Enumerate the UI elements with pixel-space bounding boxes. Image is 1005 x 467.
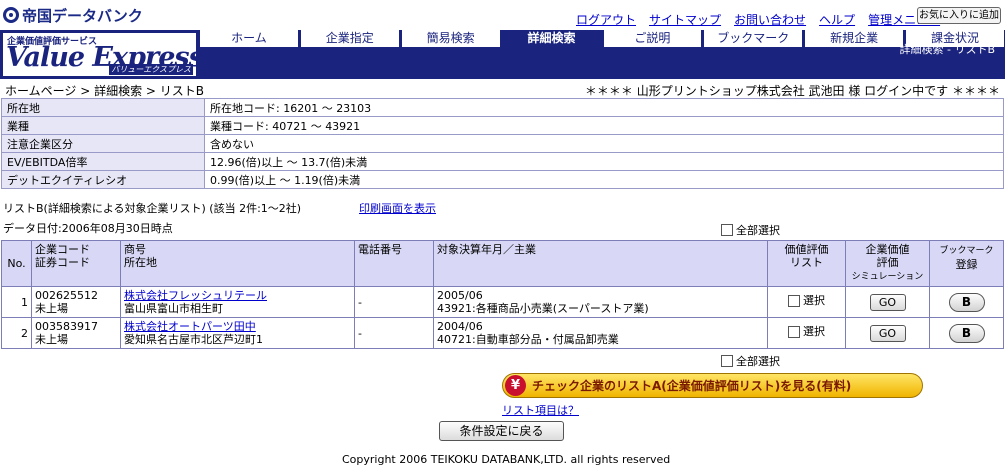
breadcrumb-row: ホームページ > 詳細検索 > リストB ＊＊＊＊ 山形プリントショップ株式会社…: [0, 81, 1005, 98]
bookmark-cell: B: [929, 317, 1004, 349]
table-row: 2 003583917 未上場 株式会社オートパーツ田中 愛知県名古屋市北区芦辺町1…: [1, 317, 1004, 349]
condition-label: デットエクイティレシオ: [1, 170, 205, 189]
simulation-cell: GO: [845, 317, 930, 349]
contact-link[interactable]: お問い合わせ: [734, 11, 806, 28]
condition-value: 含めない: [204, 134, 1004, 153]
top-links: ログアウト サイトマップ お問い合わせ ヘルプ 管理メニュー: [576, 11, 940, 28]
condition-label: 業種: [1, 116, 205, 135]
condition-row: 所在地 所在地コード: 16201 〜 23103: [1, 98, 1004, 117]
bookmark-button[interactable]: B: [948, 292, 985, 312]
condition-row: デットエクイティレシオ 0.99(倍)以上 〜 1.19(倍)未満: [1, 170, 1004, 189]
results-table: No. 企業コード 証券コード 商号 所在地 電話番号 対象決算年月／主業 価値評価…: [1, 240, 1004, 349]
condition-row: EV/EBITDA倍率 12.96(倍)以上 〜 13.7(倍)未満: [1, 152, 1004, 171]
search-conditions-table: 所在地 所在地コード: 16201 〜 23103 業種 業種コード: 4072…: [1, 98, 1004, 189]
col-bookmark: ブックマーク 登録: [929, 240, 1004, 287]
tab-company-select[interactable]: 企業指定: [300, 30, 399, 47]
period-cell: 2004/06 40721:自動車部分品・付属品卸売業: [433, 317, 768, 349]
period-cell: 2005/06 43921:各種商品小売業(スーパーストア業): [433, 286, 768, 318]
tab-home[interactable]: ホーム: [200, 30, 298, 47]
company-name-cell: 株式会社オートパーツ田中 愛知県名古屋市北区芦辺町1: [120, 317, 355, 349]
list-items-help-link[interactable]: リスト項目は？: [502, 402, 579, 418]
simulation-go-button[interactable]: GO: [869, 324, 906, 342]
col-code: 企業コード 証券コード: [31, 240, 121, 287]
view-list-a-button[interactable]: ¥ チェック企業のリストA(企業価値評価リスト)を見る(有料): [502, 373, 923, 398]
value-express-logo[interactable]: 企業価値評価サービス Value Express バリューエクスプレス: [2, 32, 204, 77]
eval-select[interactable]: 選択: [788, 325, 825, 338]
condition-value: 12.96(倍)以上 〜 13.7(倍)未満: [204, 152, 1004, 171]
company-name-link[interactable]: 株式会社フレッシュリテール: [124, 289, 267, 302]
tab-bookmark[interactable]: ブックマーク: [704, 30, 803, 47]
tab-detailed-search[interactable]: 詳細検索: [502, 30, 601, 47]
row-number: 2: [1, 317, 32, 349]
condition-label: EV/EBITDA倍率: [1, 152, 205, 171]
company-name-link[interactable]: 株式会社オートパーツ田中: [124, 320, 256, 333]
data-date: データ日付:2006年08月30日時点: [3, 222, 173, 235]
condition-value: 業種コード: 40721 〜 43921: [204, 116, 1004, 135]
company-address: 富山県富山市相生町: [124, 302, 223, 315]
logout-link[interactable]: ログアウト: [576, 11, 636, 28]
table-row: 1 002625512 未上場 株式会社フレッシュリテール 富山県富山市相生町 - …: [1, 286, 1004, 318]
bookmark-cell: B: [929, 286, 1004, 318]
select-all-bottom[interactable]: 全部選択: [721, 353, 780, 369]
tab-billing-status[interactable]: 課金状況: [906, 30, 1004, 47]
col-simulation: 企業価値 評価 シミュレーション: [845, 240, 930, 287]
copyright: Copyright 2006 TEIKOKU DATABANK,LTD. all…: [342, 453, 671, 466]
company-address: 愛知県名古屋市北区芦辺町1: [124, 333, 263, 346]
bookmark-button[interactable]: B: [948, 323, 985, 343]
results-header-row: No. 企業コード 証券コード 商号 所在地 電話番号 対象決算年月／主業 価値評価…: [1, 240, 1004, 287]
product-kana: バリューエクスプレス: [109, 64, 193, 75]
company-name-cell: 株式会社フレッシュリテール 富山県富山市相生町: [120, 286, 355, 318]
view-list-a-label: チェック企業のリストA(企業価値評価リスト)を見る(有料): [532, 379, 852, 393]
select-all-top[interactable]: 全部選択: [721, 222, 780, 238]
yen-icon: ¥: [505, 375, 526, 396]
eval-select[interactable]: 選択: [788, 294, 825, 307]
company-code-cell: 003583917 未上場: [31, 317, 121, 349]
nav-tabs: ホーム 企業指定 簡易検索 詳細検索 ご説明 ブックマーク 新規企業 課金状況: [200, 30, 1004, 47]
row-number: 1: [1, 286, 32, 318]
teikoku-logo-text: 帝国データバンク: [22, 6, 143, 25]
condition-label: 注意企業区分: [1, 134, 205, 153]
eval-select-cell: 選択: [767, 286, 846, 318]
condition-value: 0.99(倍)以上 〜 1.19(倍)未満: [204, 170, 1004, 189]
eval-select-cell: 選択: [767, 317, 846, 349]
col-eval-list: 価値評価 リスト: [767, 240, 846, 287]
print-view-link[interactable]: 印刷画面を表示: [359, 200, 436, 216]
condition-label: 所在地: [1, 98, 205, 117]
list-summary: リストB(詳細検索による対象企業リスト) (該当 2件:1〜2社): [3, 202, 302, 215]
company-code-cell: 002625512 未上場: [31, 286, 121, 318]
simulation-cell: GO: [845, 286, 930, 318]
eval-select-checkbox[interactable]: [788, 294, 800, 307]
breadcrumb: ホームページ > 詳細検索 > リストB: [5, 84, 205, 98]
eval-select-checkbox[interactable]: [788, 325, 800, 338]
select-all-checkbox[interactable]: [721, 224, 733, 236]
simulation-go-button[interactable]: GO: [869, 293, 906, 311]
phone-cell: -: [354, 317, 434, 349]
col-period: 対象決算年月／主業: [433, 240, 768, 287]
tab-explanation[interactable]: ご説明: [603, 30, 702, 47]
help-link[interactable]: ヘルプ: [819, 11, 855, 28]
col-phone: 電話番号: [354, 240, 434, 287]
add-favorite-button[interactable]: お気に入りに追加: [917, 7, 1001, 24]
teikoku-logo-icon: [3, 7, 19, 23]
tab-simple-search[interactable]: 簡易検索: [401, 30, 500, 47]
back-to-conditions-button[interactable]: 条件設定に戻る: [439, 421, 564, 441]
col-name: 商号 所在地: [120, 240, 355, 287]
condition-row: 業種 業種コード: 40721 〜 43921: [1, 116, 1004, 135]
select-all-label: 全部選択: [736, 224, 780, 237]
select-all-label: 全部選択: [736, 355, 780, 368]
phone-cell: -: [354, 286, 434, 318]
login-user-info: ＊＊＊＊ 山形プリントショップ株式会社 武池田 様 ログイン中です ＊＊＊＊: [584, 84, 1000, 98]
select-all-checkbox[interactable]: [721, 355, 733, 367]
col-no: No.: [1, 240, 32, 287]
top-bar: 帝国データバンク ログアウト サイトマップ お問い合わせ ヘルプ 管理メニュー …: [0, 0, 1005, 30]
tab-new-companies[interactable]: 新規企業: [805, 30, 904, 47]
teikoku-logo[interactable]: 帝国データバンク: [3, 6, 143, 25]
condition-value: 所在地コード: 16201 〜 23103: [204, 98, 1004, 117]
sitemap-link[interactable]: サイトマップ: [649, 11, 721, 28]
condition-row: 注意企業区分 含めない: [1, 134, 1004, 153]
